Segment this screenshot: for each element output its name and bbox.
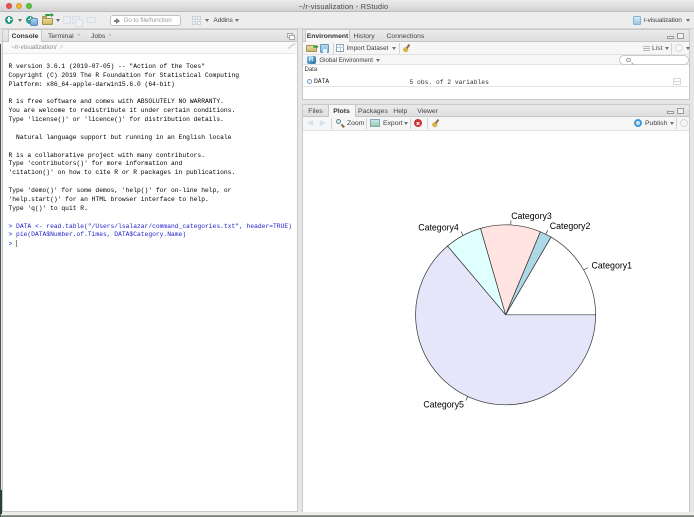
svg-text:Category2: Category2	[550, 221, 591, 231]
svg-text:Category5: Category5	[423, 399, 464, 409]
svg-text:Category4: Category4	[418, 222, 459, 232]
svg-text:Category3: Category3	[511, 210, 552, 220]
svg-text:Category1: Category1	[591, 260, 632, 270]
